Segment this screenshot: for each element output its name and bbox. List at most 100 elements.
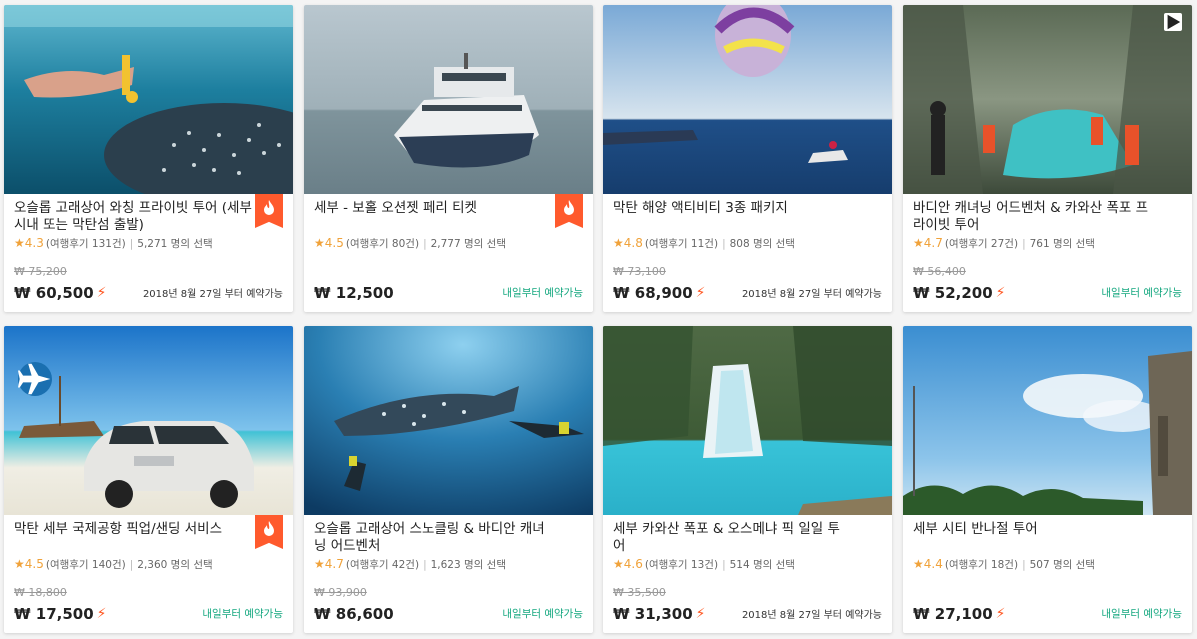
price: ₩ 52,200 ⚡ xyxy=(913,284,1006,302)
booking-availability: 내일부터 예약가능 xyxy=(502,608,583,620)
star-icon: ★ xyxy=(913,236,924,250)
product-photo[interactable] xyxy=(4,5,293,194)
instant-confirm-icon: ⚡ xyxy=(695,606,706,622)
instant-confirm-icon: ⚡ xyxy=(96,606,107,622)
booking-availability: 2018년 8월 27일 부터 예약가능 xyxy=(741,610,882,621)
price: ₩ 12,500 xyxy=(314,284,394,302)
instant-confirm-icon: ⚡ xyxy=(695,285,706,301)
rating-value: 4.4 xyxy=(923,557,943,571)
star-icon: ★ xyxy=(613,557,624,571)
product-photo[interactable] xyxy=(903,5,1192,194)
product-card[interactable]: 세부 카와산 폭포 & 오스메냐 픽 일일 투어 ★4.6 (여행후기 13건) |… xyxy=(603,326,892,633)
rating-value: 4.7 xyxy=(923,236,943,250)
product-card[interactable]: 막탄 해양 액티비티 3종 패키지 ★4.8 (여행후기 11건) | 808 명의 … xyxy=(603,5,892,312)
booking-availability: 2018년 8월 27일 부터 예약가능 xyxy=(142,289,283,300)
original-price: ₩ 35,500 xyxy=(613,586,666,599)
rating-row: ★4.3 (여행후기 131건) | 5,271 명의 선택 xyxy=(14,236,213,250)
rating-row: ★4.7 (여행후기 27건) | 761 명의 선택 xyxy=(913,236,1095,250)
price: ₩ 60,500 ⚡ xyxy=(14,284,107,302)
product-card[interactable]: 오슬롭 고래상어 스노클링 & 바디안 캐녀닝 어드벤처 ★4.7 (여행후기 4… xyxy=(304,326,593,633)
product-title[interactable]: 오슬롭 고래상어 와칭 프라이빗 투어 (세부 시내 또는 막탄섬 출발) xyxy=(14,200,283,234)
star-icon: ★ xyxy=(314,236,325,250)
rating-value: 4.5 xyxy=(324,236,344,250)
selected-count: 1,623 명의 선택 xyxy=(430,559,506,571)
review-count: (여행후기 27건) xyxy=(944,238,1019,250)
selected-count: 808 명의 선택 xyxy=(729,238,795,250)
rating-value: 4.5 xyxy=(24,557,44,571)
product-photo[interactable] xyxy=(304,5,593,194)
booking-availability: 내일부터 예약가능 xyxy=(202,608,283,620)
instant-confirm-icon: ⚡ xyxy=(995,606,1006,622)
booking-availability: 내일부터 예약가능 xyxy=(502,287,583,299)
rating-value: 4.3 xyxy=(24,236,44,250)
star-icon: ★ xyxy=(14,557,25,571)
rating-value: 4.8 xyxy=(623,236,643,250)
product-card[interactable]: 막탄 세부 국제공항 픽업/샌딩 서비스 ★4.5 (여행후기 140건) | 2,3… xyxy=(4,326,293,633)
product-photo[interactable] xyxy=(903,326,1192,515)
original-price: ₩ 73,100 xyxy=(613,265,666,278)
original-price: ₩ 18,800 xyxy=(14,586,67,599)
review-count: (여행후기 13건) xyxy=(644,559,719,571)
price-value: ₩ 60,500 xyxy=(14,284,94,302)
review-count: (여행후기 42건) xyxy=(345,559,420,571)
selected-count: 507 명의 선택 xyxy=(1029,559,1095,571)
review-count: (여행후기 11건) xyxy=(644,238,719,250)
star-icon: ★ xyxy=(913,557,924,571)
product-photo[interactable] xyxy=(4,326,293,515)
product-grid: 오슬롭 고래상어 와칭 프라이빗 투어 (세부 시내 또는 막탄섬 출발) ★4… xyxy=(0,0,1197,639)
play-icon[interactable] xyxy=(1164,13,1182,31)
original-price: ₩ 75,200 xyxy=(14,265,67,278)
product-title[interactable]: 막탄 해양 액티비티 3종 패키지 xyxy=(613,200,882,234)
review-count: (여행후기 140건) xyxy=(45,559,126,571)
product-title[interactable]: 세부 - 보홀 오션젯 페리 티켓 xyxy=(314,200,583,234)
price-value: ₩ 12,500 xyxy=(314,284,394,302)
product-card[interactable]: 세부 시티 반나절 투어 ★4.4 (여행후기 18건) | 507 명의 선택 ₩ … xyxy=(903,326,1192,633)
rating-value: 4.6 xyxy=(623,557,643,571)
product-title[interactable]: 오슬롭 고래상어 스노클링 & 바디안 캐녀닝 어드벤처 xyxy=(314,521,583,555)
original-price: ₩ 93,900 xyxy=(314,586,367,599)
product-card[interactable]: 세부 - 보홀 오션젯 페리 티켓 ★4.5 (여행후기 80건) | 2,777 명… xyxy=(304,5,593,312)
booking-availability: 내일부터 예약가능 xyxy=(1101,608,1182,620)
price: ₩ 31,300 ⚡ xyxy=(613,605,706,623)
booking-availability: 내일부터 예약가능 xyxy=(1101,287,1182,299)
selected-count: 2,360 명의 선택 xyxy=(137,559,213,571)
price-value: ₩ 68,900 xyxy=(613,284,693,302)
price: ₩ 86,600 xyxy=(314,605,394,623)
price-value: ₩ 31,300 xyxy=(613,605,693,623)
rating-row: ★4.8 (여행후기 11건) | 808 명의 선택 xyxy=(613,236,795,250)
star-icon: ★ xyxy=(314,557,325,571)
price-value: ₩ 27,100 xyxy=(913,605,993,623)
product-title[interactable]: 세부 시티 반나절 투어 xyxy=(913,521,1182,555)
price: ₩ 17,500 ⚡ xyxy=(14,605,107,623)
airplane-icon xyxy=(18,362,52,396)
price: ₩ 27,100 ⚡ xyxy=(913,605,1006,623)
price-value: ₩ 17,500 xyxy=(14,605,94,623)
product-title[interactable]: 바디안 캐녀닝 어드벤처 & 카와산 폭포 프라이빗 투어 xyxy=(913,200,1182,234)
selected-count: 2,777 명의 선택 xyxy=(430,238,506,250)
star-icon: ★ xyxy=(14,236,25,250)
review-count: (여행후기 80건) xyxy=(345,238,420,250)
product-photo[interactable] xyxy=(603,5,892,194)
product-card[interactable]: 바디안 캐녀닝 어드벤처 & 카와산 폭포 프라이빗 투어 ★4.7 (여행후기 … xyxy=(903,5,1192,312)
product-card[interactable]: 오슬롭 고래상어 와칭 프라이빗 투어 (세부 시내 또는 막탄섬 출발) ★4… xyxy=(4,5,293,312)
product-title[interactable]: 세부 카와산 폭포 & 오스메냐 픽 일일 투어 xyxy=(613,521,882,555)
selected-count: 514 명의 선택 xyxy=(729,559,795,571)
rating-value: 4.7 xyxy=(324,557,344,571)
selected-count: 761 명의 선택 xyxy=(1029,238,1095,250)
rating-row: ★4.7 (여행후기 42건) | 1,623 명의 선택 xyxy=(314,557,506,571)
product-title[interactable]: 막탄 세부 국제공항 픽업/샌딩 서비스 xyxy=(14,521,283,555)
rating-row: ★4.6 (여행후기 13건) | 514 명의 선택 xyxy=(613,557,795,571)
selected-count: 5,271 명의 선택 xyxy=(137,238,213,250)
price-value: ₩ 52,200 xyxy=(913,284,993,302)
review-count: (여행후기 131건) xyxy=(45,238,126,250)
price: ₩ 68,900 ⚡ xyxy=(613,284,706,302)
instant-confirm-icon: ⚡ xyxy=(96,285,107,301)
booking-availability: 2018년 8월 27일 부터 예약가능 xyxy=(741,289,882,300)
product-photo[interactable] xyxy=(603,326,892,515)
price-value: ₩ 86,600 xyxy=(314,605,394,623)
review-count: (여행후기 18건) xyxy=(944,559,1019,571)
instant-confirm-icon: ⚡ xyxy=(995,285,1006,301)
rating-row: ★4.4 (여행후기 18건) | 507 명의 선택 xyxy=(913,557,1095,571)
product-photo[interactable] xyxy=(304,326,593,515)
rating-row: ★4.5 (여행후기 80건) | 2,777 명의 선택 xyxy=(314,236,506,250)
